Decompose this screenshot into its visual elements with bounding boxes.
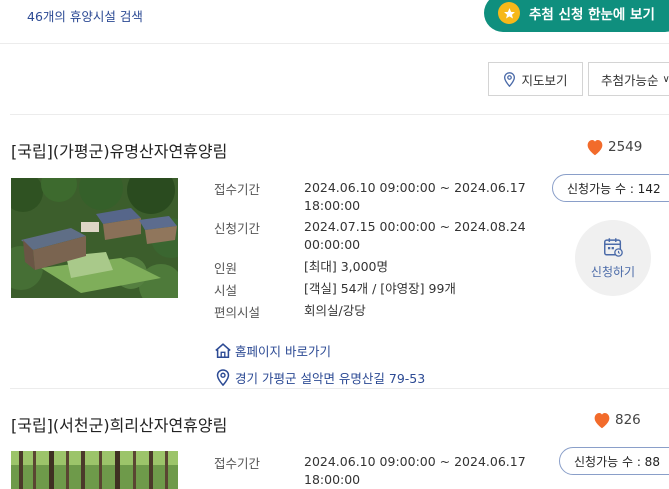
- facility-photo[interactable]: [11, 451, 178, 489]
- like-count[interactable]: 2549: [585, 138, 642, 156]
- reception-period-line2: 18:00:00: [304, 472, 361, 487]
- application-period-label: 신청기간: [214, 221, 261, 236]
- reception-period-label: 접수기간: [214, 456, 261, 471]
- like-count[interactable]: 826: [592, 411, 641, 429]
- availability-badge: 신청가능 수 : 142: [552, 174, 669, 202]
- facilities-label: 시설: [214, 283, 238, 298]
- result-count: 46개의 휴양시설 검색: [27, 9, 143, 24]
- lottery-overview-button[interactable]: 추첨 신청 한눈에 보기: [484, 0, 669, 32]
- heart-icon: [587, 140, 603, 156]
- address-label: 경기 가평군 설악면 유명산길 79-53: [235, 371, 426, 386]
- home-icon: [215, 343, 231, 359]
- reception-period-value: 2024.06.10 09:00:00 ~ 2024.06.17 18:00:0…: [304, 179, 526, 215]
- availability-badge: 신청가능 수 : 88: [559, 447, 669, 475]
- search-summary-bar: 46개의 휴양시설 검색 추첨 신청 한눈에 보기: [0, 0, 669, 44]
- reception-period-label: 접수기간: [214, 182, 261, 197]
- capacity-label: 인원: [214, 261, 238, 276]
- facility-name[interactable]: [국립](서천군)희리산자연휴양림: [11, 412, 227, 436]
- sort-select[interactable]: 추첨가능순 ∨: [588, 62, 669, 96]
- calendar-icon: [604, 238, 623, 257]
- reception-period-value: 2024.06.10 09:00:00 ~ 2024.06.17 18:00:0…: [304, 453, 526, 489]
- amenities-value: 회의실/강당: [304, 303, 366, 318]
- lottery-overview-label: 추첨 신청 한눈에 보기: [529, 7, 655, 23]
- address-link[interactable]: 경기 가평군 설악면 유명산길 79-53: [214, 368, 425, 387]
- capacity-value: [최대] 3,000명: [304, 259, 389, 274]
- homepage-link[interactable]: 홈페이지 바로가기: [214, 341, 331, 360]
- amenities-label: 편의시설: [214, 305, 261, 320]
- map-view-button[interactable]: 지도보기: [488, 62, 583, 96]
- map-view-label: 지도보기: [521, 72, 568, 88]
- reception-period-line1: 2024.06.10 09:00:00 ~ 2024.06.17: [304, 454, 526, 469]
- application-period-line2: 00:00:00: [304, 237, 361, 252]
- reception-period-line2: 18:00:00: [304, 198, 361, 213]
- map-pin-icon: [216, 369, 230, 386]
- map-pin-icon: [504, 71, 516, 87]
- facility-name[interactable]: [국립](가평군)유명산자연휴양림: [11, 138, 227, 162]
- homepage-link-label: 홈페이지 바로가기: [235, 344, 331, 359]
- sort-select-label: 추첨가능순: [601, 72, 659, 88]
- application-period-line1: 2024.07.15 00:00:00 ~ 2024.08.24: [304, 219, 526, 234]
- divider: [10, 388, 669, 389]
- facilities-value: [객실] 54개 / [야영장] 99개: [304, 281, 456, 296]
- facility-photo[interactable]: [11, 178, 178, 298]
- divider: [10, 114, 669, 115]
- star-icon: [498, 2, 520, 24]
- like-count-value: 826: [615, 412, 641, 428]
- apply-button-label: 신청하기: [590, 265, 636, 279]
- reception-period-line1: 2024.06.10 09:00:00 ~ 2024.06.17: [304, 180, 526, 195]
- application-period-value: 2024.07.15 00:00:00 ~ 2024.08.24 00:00:0…: [304, 218, 526, 254]
- like-count-value: 2549: [608, 139, 643, 155]
- chevron-down-icon: ∨: [662, 73, 669, 85]
- apply-button[interactable]: 신청하기: [575, 220, 651, 296]
- heart-icon: [594, 413, 610, 429]
